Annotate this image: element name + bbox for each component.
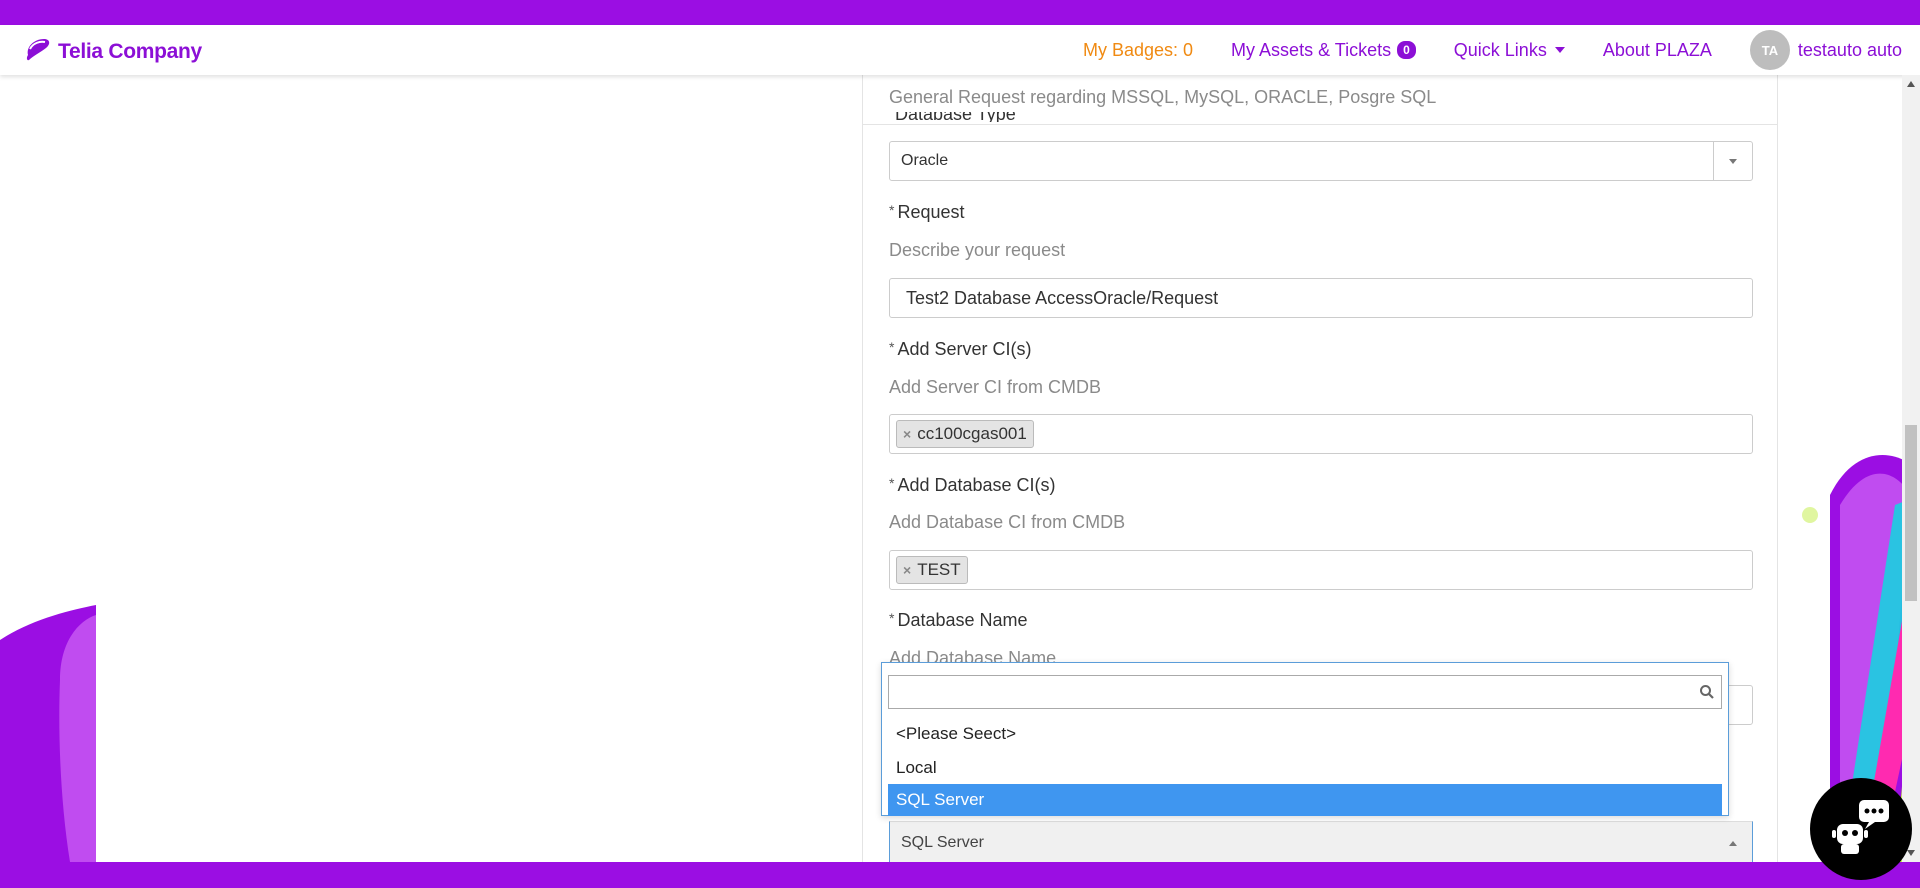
required-marker: * [889, 475, 895, 491]
database-type-value: Oracle [901, 152, 949, 169]
scrollbar-thumb[interactable] [1905, 425, 1917, 601]
server-ci-tag: × cc100cgas001 [896, 420, 1034, 448]
logo-text: Telia Company [58, 39, 202, 63]
chevron-down-icon [1554, 47, 1565, 53]
database-type-select[interactable]: Oracle [889, 141, 1753, 181]
request-input[interactable]: Test2 Database AccessOracle/Request [889, 278, 1753, 318]
top-brand-bar [0, 0, 1920, 25]
search-icon [1699, 684, 1715, 705]
request-label: * Request [889, 202, 965, 223]
remove-tag-icon[interactable]: × [903, 562, 911, 578]
database-type-label: Database Type [895, 112, 1016, 122]
user-name: testauto auto [1797, 39, 1902, 60]
database-ci-tag-label: TEST [917, 560, 961, 579]
server-type-select[interactable]: SQL Server [889, 821, 1753, 862]
database-name-label: * Database Name [889, 610, 1028, 631]
service-description: General Request regarding MSSQL, MySQL, … [889, 87, 1437, 107]
nav-my-badges[interactable]: My Badges: 0 [1083, 40, 1193, 61]
nav-about-plaza[interactable]: About PLAZA [1603, 40, 1712, 61]
request-form: General Request regarding MSSQL, MySQL, … [862, 75, 1778, 862]
chevron-down-icon [1729, 158, 1737, 164]
scroll-up-arrow-icon[interactable] [1907, 81, 1915, 87]
server-ci-label-text: Add Server CI(s) [897, 339, 1032, 359]
avatar: TA [1749, 30, 1790, 70]
required-marker: * [889, 610, 895, 626]
site-header: Telia Company My Badges: 0 My Assets & T… [0, 25, 1920, 75]
logo[interactable]: Telia Company [24, 35, 202, 68]
nav-my-assets-label: My Assets & Tickets [1231, 39, 1392, 60]
request-input-value: Test2 Database AccessOracle/Request [906, 287, 1219, 308]
dropdown-search-input[interactable] [895, 676, 1689, 708]
telia-logo-icon [24, 35, 52, 68]
database-ci-multiselect[interactable]: × TEST [889, 550, 1753, 590]
dropdown-search[interactable] [888, 675, 1722, 709]
chatbot-icon [1829, 798, 1893, 861]
required-marker: * [889, 202, 895, 218]
database-name-label-text: Database Name [897, 610, 1028, 630]
server-ci-multiselect[interactable]: × cc100cgas001 [889, 414, 1753, 454]
page-content: General Request regarding MSSQL, MySQL, … [96, 75, 1802, 862]
page-scrollbar[interactable] [1902, 75, 1920, 862]
request-label-text: Request [897, 202, 965, 222]
server-type-value: SQL Server [901, 834, 984, 851]
select-dropdown-panel: <Please Seect> Local SQL Server [881, 662, 1729, 816]
database-ci-label: * Add Database CI(s) [889, 475, 1056, 496]
request-hint: Describe your request [889, 240, 1066, 260]
database-ci-label-text: Add Database CI(s) [897, 475, 1056, 495]
top-nav: My Badges: 0 My Assets & Tickets 0 Quick… [1045, 25, 1902, 75]
database-ci-tag: × TEST [896, 556, 968, 584]
server-ci-label: * Add Server CI(s) [889, 339, 1032, 360]
scroll-down-arrow-icon[interactable] [1907, 850, 1915, 856]
dropdown-option-selected[interactable]: SQL Server [888, 784, 1722, 816]
bottom-brand-bar [0, 862, 1920, 888]
database-ci-hint: Add Database CI from CMDB [889, 512, 1126, 532]
server-ci-tag-label: cc100cgas001 [917, 424, 1027, 443]
server-ci-hint: Add Server CI from CMDB [889, 377, 1102, 397]
nav-quick-links-label: Quick Links [1453, 39, 1547, 60]
chevron-up-icon [1729, 840, 1737, 846]
user-menu[interactable]: TA testauto auto [1749, 30, 1902, 70]
database-type-toggle[interactable] [1713, 142, 1752, 180]
decorative-background-left [0, 560, 96, 862]
dropdown-option[interactable]: Local [888, 752, 1722, 784]
chatbot-button[interactable] [1810, 778, 1912, 880]
divider [863, 124, 1777, 125]
server-type-toggle[interactable] [1714, 840, 1752, 846]
remove-tag-icon[interactable]: × [903, 426, 911, 442]
assets-count-badge: 0 [1397, 41, 1416, 59]
dropdown-option[interactable]: <Please Seect> [888, 718, 1722, 750]
nav-quick-links[interactable]: Quick Links [1454, 40, 1565, 61]
required-marker: * [889, 339, 895, 355]
nav-my-assets[interactable]: My Assets & Tickets 0 [1231, 40, 1416, 61]
